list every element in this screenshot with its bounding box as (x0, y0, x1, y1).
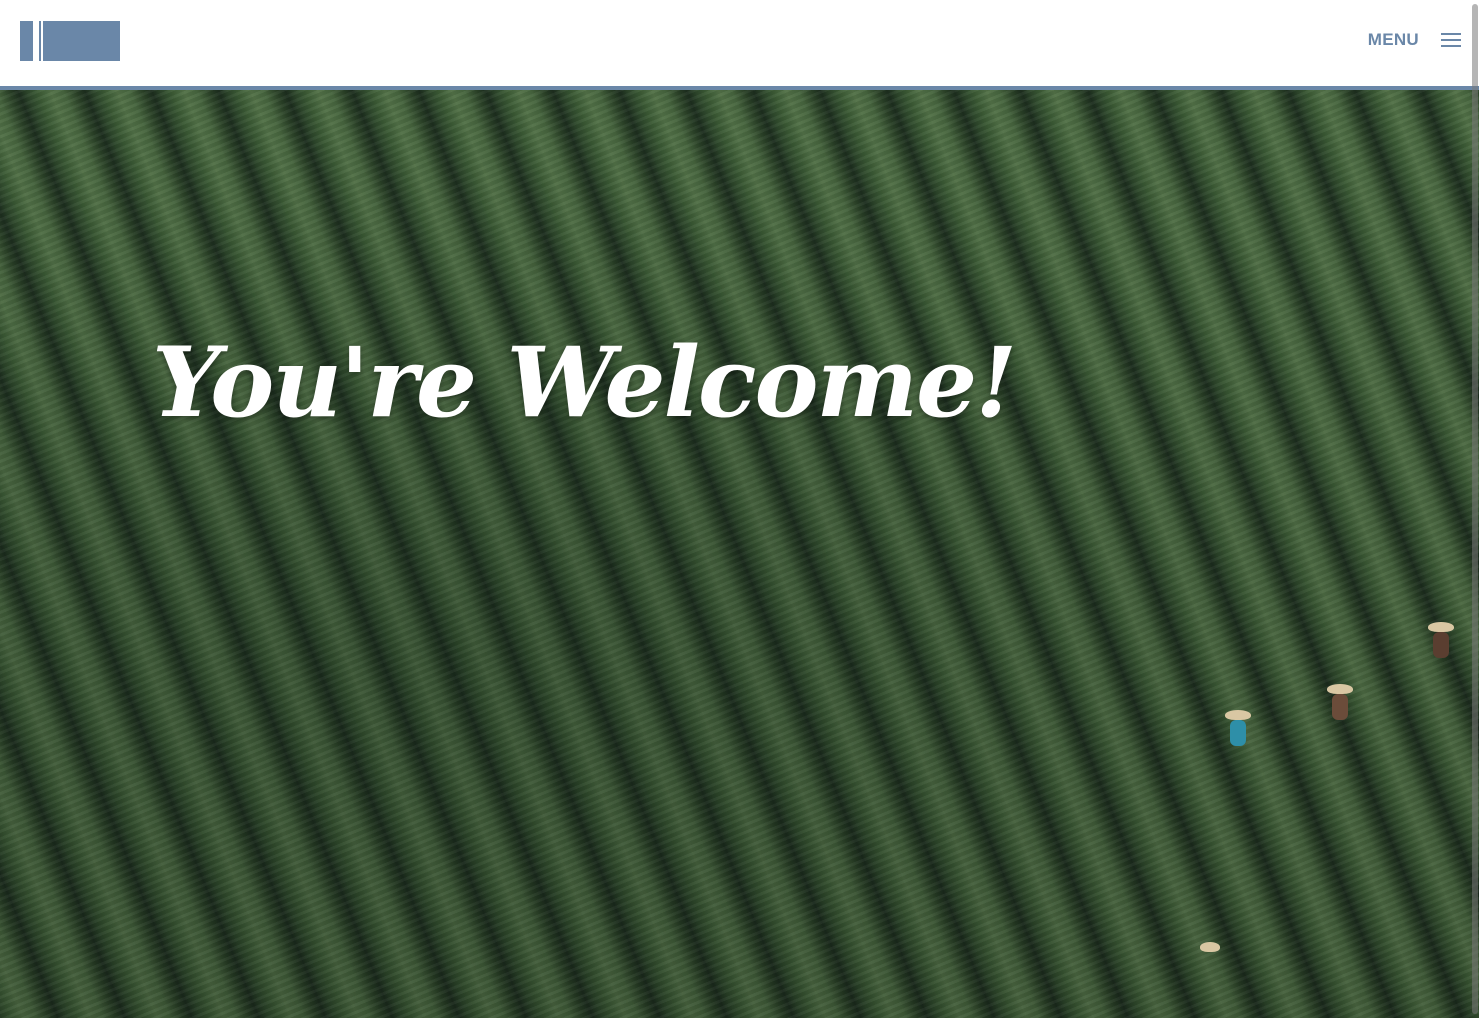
menu-button[interactable]: MENU (1368, 30, 1461, 50)
hamburger-menu-icon[interactable] (1441, 33, 1461, 47)
tea-worker-figure (1225, 710, 1251, 746)
site-header: MENU (0, 0, 1479, 90)
site-logo[interactable] (20, 21, 120, 61)
hero-banner: You're Welcome! (0, 90, 1479, 1018)
tea-worker-figure (1327, 684, 1353, 720)
page-scrollbar[interactable] (1472, 4, 1478, 1014)
hero-title: You're Welcome! (152, 326, 1017, 439)
tea-worker-figure (1200, 942, 1220, 952)
tea-worker-figure (1428, 622, 1454, 658)
menu-label: MENU (1367, 30, 1419, 49)
